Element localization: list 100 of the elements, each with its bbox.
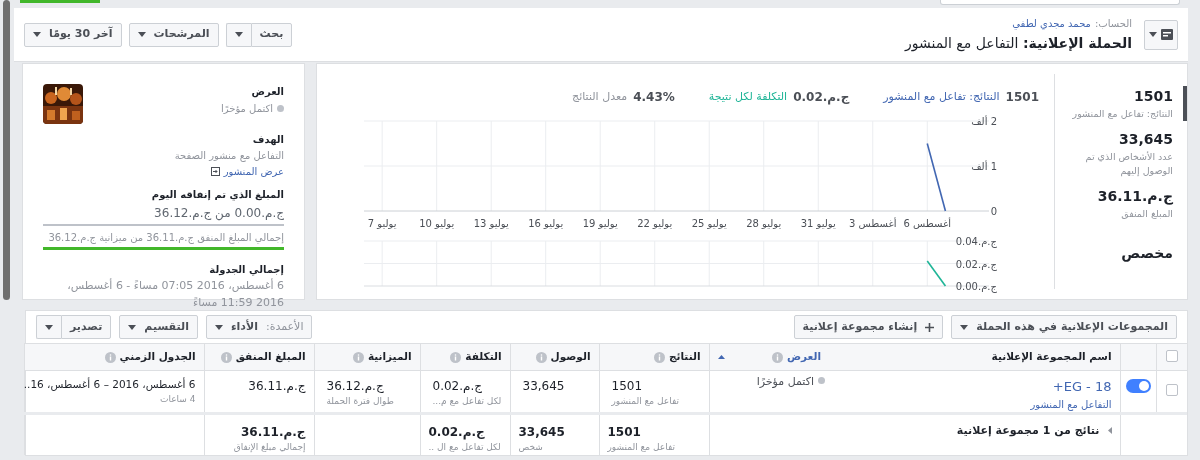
caret-icon	[960, 324, 969, 330]
metric-value: 1501	[611, 378, 643, 395]
status-text: اكتمل مؤخرًا	[756, 374, 814, 390]
axis-label: ج.م.0.04	[955, 236, 997, 247]
column-header[interactable]: المبلغ المنفق	[212, 349, 306, 365]
search-field[interactable]	[940, 0, 1180, 5]
metric-value: 6 أغسطس، 2016 – 6 أغسطس، 16..	[23, 377, 196, 393]
metric-value: 33,645	[522, 378, 565, 395]
axis-label: أغسطس 6	[903, 218, 951, 229]
total-value: 1501	[607, 423, 641, 441]
status-text: اكتمل مؤخرًا	[220, 102, 273, 116]
axis-label: يوليو 13	[473, 218, 509, 229]
metric-tab[interactable]: ج.م.36.11 المبلغ المنفق	[1055, 186, 1187, 221]
checkbox[interactable]	[1165, 350, 1178, 362]
section-heading: العرض	[250, 85, 284, 99]
amount-text: ج.م.0.00 من ج.م.36.12	[153, 205, 284, 222]
account-label: الحساب:	[1094, 16, 1132, 31]
total-value: ج.م.36.11	[240, 423, 306, 441]
info-icon	[220, 351, 232, 363]
caret-icon	[1149, 32, 1157, 37]
metric-value: ج.م.36.11	[248, 378, 306, 395]
axis-label: 1 ألف	[971, 161, 997, 172]
ad-set-link[interactable]: EG - 18+	[1052, 377, 1112, 397]
create-button[interactable]: إنشاء مجموعة إعلانية	[793, 315, 944, 339]
toolbar-button[interactable]: تصدير	[61, 315, 112, 339]
dropdown-button[interactable]: آخر 30 يومًا	[24, 22, 122, 47]
objective-text: التفاعل مع منشور الصفحة	[173, 149, 284, 163]
info-icon	[352, 351, 364, 363]
metric-caption: لكل تفاعل مع م...	[432, 395, 502, 408]
caret-icon	[214, 324, 223, 330]
legend-value: 1501	[1005, 89, 1039, 106]
info-icon	[535, 351, 547, 363]
total-caption: لكل تفاعل مع ال ..	[428, 440, 501, 454]
dropdown-button[interactable]: المجموعات الإعلانية في هذه الحملة	[951, 315, 1177, 339]
axis-label: أغسطس 3	[849, 218, 897, 229]
metric-caption: 4 ساعات	[160, 392, 196, 406]
axis-label: يوليو 25	[691, 218, 727, 229]
total-value: 33,645	[518, 423, 565, 441]
axis-label: يوليو 16	[528, 218, 564, 229]
legend-label: معدل النتائج	[572, 88, 628, 105]
column-header[interactable]: اسم المجموعة الإعلانية	[837, 349, 1112, 365]
sort-arrow-icon	[717, 355, 725, 359]
caret-icon	[1107, 427, 1112, 435]
amount-text: إجمالي المبلغ المنفق ج.م.36.11 من ميزانية ج.م.36.12	[47, 231, 284, 245]
total-caption: تفاعل مع المنشور	[607, 440, 675, 454]
axis-label: يوليو 28	[746, 218, 782, 229]
caret-icon	[45, 324, 53, 330]
total-caption: إجمالي مبلغ الإنفاق	[233, 440, 306, 454]
toolbar-button[interactable]: بحث	[250, 22, 293, 47]
account-link[interactable]: محمد مجدي لطفي	[1012, 15, 1091, 31]
toggle-switch[interactable]	[1125, 379, 1151, 393]
view-post-link[interactable]: عرض المنشور	[210, 164, 284, 179]
info-icon	[450, 351, 462, 363]
caret-icon	[128, 324, 137, 330]
legend-label: التكلفة لكل نتيجة	[708, 88, 788, 105]
axis-label: 0	[990, 206, 997, 217]
dropdown-button[interactable]: التقسيم	[119, 315, 198, 339]
legend-value: ج.م.0.02	[793, 89, 850, 106]
column-header[interactable]: الوصول	[518, 349, 591, 365]
column-header[interactable]: العرض	[717, 349, 821, 365]
columns-button[interactable]: الأعمدة: الأداء	[205, 315, 313, 339]
dropdown-button[interactable]	[36, 315, 61, 339]
campaign-title: الحملة الإعلانية: التفاعل مع المنشور	[904, 33, 1132, 54]
dropdown-button[interactable]: المرشحات	[128, 22, 219, 47]
column-header[interactable]: التكلفة	[428, 349, 502, 365]
axis-label: 2 ألف	[971, 116, 997, 127]
metric-caption: طوال فترة الحملة	[326, 395, 394, 408]
metric-value: ج.م.36.12	[326, 378, 384, 395]
column-header[interactable]: الجدول الزمني	[32, 349, 196, 365]
axis-label: يوليو 19	[582, 218, 618, 229]
section-heading: الهدف	[251, 133, 284, 147]
info-icon	[653, 351, 665, 363]
scrollbar[interactable]	[3, 0, 10, 300]
checkbox[interactable]	[1165, 384, 1178, 396]
total-caption: شخص	[518, 440, 543, 454]
total-value: ج.م.0.02	[428, 423, 485, 441]
info-icon	[104, 351, 116, 363]
metric-caption: تفاعل مع المنشور	[611, 395, 679, 408]
data-line	[926, 142, 947, 212]
objective-text: التفاعل مع المنشور	[1030, 397, 1112, 412]
campaign-menu-button[interactable]	[1144, 19, 1178, 50]
caret-icon	[234, 32, 243, 37]
plus-icon	[925, 322, 935, 332]
legend-value: 4.43%	[633, 89, 675, 106]
column-header[interactable]: الميزانية	[322, 349, 412, 365]
metric-value: ج.م.0.02	[432, 378, 483, 395]
dropdown-button[interactable]	[225, 22, 251, 47]
axis-label: يوليو 31	[800, 218, 836, 229]
card-icon	[1161, 29, 1173, 40]
schedule-text: 6 أغسطس، 2016 07:05 مساءً - 6 أغسطس، 2016 11:59 مساءً	[66, 278, 284, 311]
data-line	[926, 260, 947, 287]
metric-tab[interactable]: مخصص	[1055, 243, 1187, 264]
axis-label: يوليو 10	[419, 218, 455, 229]
section-heading: المبلغ الذي تم إنفاقه اليوم	[150, 188, 284, 202]
caret-icon	[33, 32, 41, 37]
axis-label: يوليو 22	[637, 218, 673, 229]
axis-label: ج.م.0.02	[955, 258, 997, 270]
column-header[interactable]: النتائج	[607, 349, 701, 365]
open-icon	[210, 167, 220, 176]
section-heading: إجمالي الجدولة	[208, 263, 284, 277]
